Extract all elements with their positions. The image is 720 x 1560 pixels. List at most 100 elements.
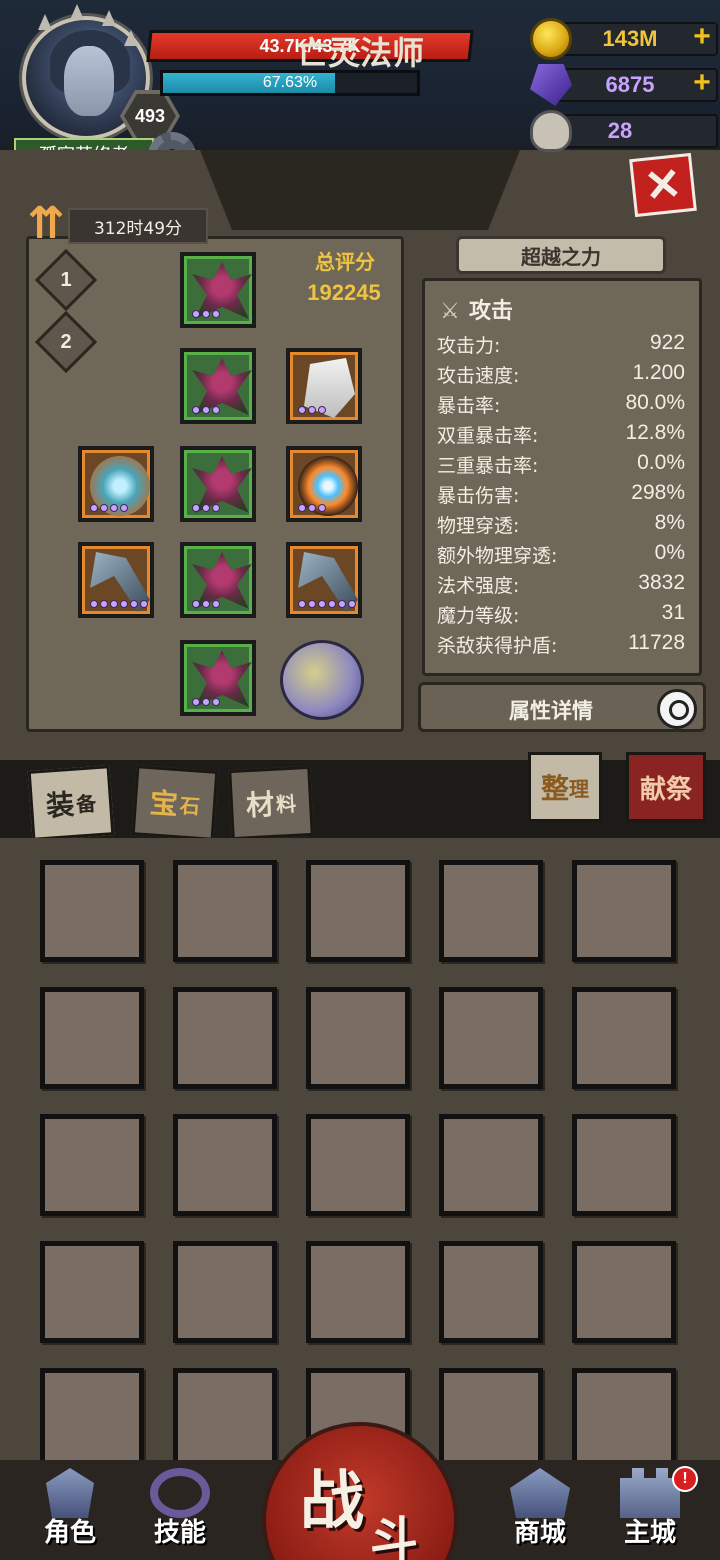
tab-equipment[interactable]: 装备 [27,765,115,841]
equip-slot-chest[interactable] [180,348,256,424]
transcend-power-button[interactable]: 超越之力 [456,236,666,274]
sort-button[interactable]: 整理 [528,752,602,822]
inventory-slot[interactable] [40,1241,144,1343]
attribute-details-button[interactable]: 属性详情 [418,682,706,732]
panel-header [200,150,520,230]
inventory-slot[interactable] [572,1368,676,1470]
inventory-slot[interactable] [173,860,277,962]
inventory-slot[interactable] [572,987,676,1089]
stat-row: 杀敌获得护盾: 11728 [437,631,685,657]
spike-decoration [38,14,52,30]
equip-slot-armor[interactable] [180,446,256,522]
gold-coin-icon [530,18,572,60]
soul-value: 28 [607,118,633,143]
inventory-slot[interactable] [173,1368,277,1470]
equip-slot-orb[interactable] [286,446,362,522]
stat-row: 三重暴击率: 0.0% [437,451,685,477]
gold-value: 143M [602,26,658,51]
inventory-slot[interactable] [439,1241,543,1343]
stat-row: 暴击率: 80.0% [437,391,685,417]
nav-character-label: 角色 [43,1518,96,1548]
nav-shop-label: 商城 [513,1518,566,1548]
battle-label-1: 战 [300,1465,364,1539]
shop-tent-icon [510,1468,570,1518]
stat-row: 暴击伤害: 298% [437,481,685,507]
nav-shop[interactable]: 商城 [496,1468,584,1556]
inventory-slot[interactable] [306,1241,410,1343]
inventory-slot[interactable] [439,987,543,1089]
nav-main-city-label: 主城 [623,1518,676,1548]
stat-row: 攻击力: 922 [437,331,685,357]
soul-resource: 28 [530,110,718,152]
inventory-slot[interactable] [306,860,410,962]
inventory-slot[interactable] [173,987,277,1089]
gold-coin-relic-icon [280,640,364,720]
inventory-slot[interactable] [572,1114,676,1216]
class-title: 亡灵法师 [295,34,424,72]
nav-character[interactable]: 角色 [26,1468,114,1556]
close-icon: ✕ [642,158,684,212]
inventory-slot[interactable] [40,1114,144,1216]
nav-skills-label: 技能 [153,1518,206,1548]
xp-text: 67.63% [262,74,318,91]
crossed-swords-icon: ⚔ [440,299,460,324]
inventory-slot[interactable] [439,860,543,962]
inventory-slot[interactable] [572,1241,676,1343]
inventory-slot[interactable] [173,1241,277,1343]
add-gems-button[interactable]: + [688,68,716,98]
magnifier-icon [657,689,697,729]
details-label: 属性详情 [509,699,593,723]
equip-slot-weapon-right[interactable] [286,542,362,618]
equip-slot-relic[interactable] [280,640,368,724]
transcend-timer[interactable]: ⇈ 312时49分 [8,196,208,254]
stat-row: 物理穿透: 8% [437,511,685,537]
inventory-slot[interactable] [306,1114,410,1216]
tab-gems[interactable]: 宝石 [131,765,219,841]
equip-slot-gloves[interactable] [286,348,362,424]
stat-row: 魔力等级: 31 [437,601,685,627]
add-gold-button[interactable]: + [688,22,716,52]
spike-decoration [102,10,116,26]
equip-slot-helmet[interactable] [180,252,256,328]
equip-slot-legs[interactable] [180,542,256,618]
preset-label-1: 1 [60,268,72,291]
score-value: 192245 [307,280,381,305]
inventory-slot[interactable] [40,1368,144,1470]
sacrifice-button[interactable]: 献祭 [626,752,706,822]
inventory-slot[interactable] [40,860,144,962]
stat-row: 双重暴击率: 12.8% [437,421,685,447]
inventory-slot[interactable] [40,987,144,1089]
spike-decoration [70,4,84,20]
equip-slot-amulet[interactable] [78,446,154,522]
spike-decoration [124,30,138,46]
equip-slot-boots[interactable] [180,640,256,716]
stats-box[interactable]: ⚔ 攻击 攻击力: 922 攻击速度: 1.200 暴击率: 80.0% 双重暴击率: 1… [422,278,702,676]
close-button[interactable]: ✕ [629,152,697,218]
castle-icon [620,1468,680,1518]
inventory-slot[interactable] [306,987,410,1089]
stat-row: 额外物理穿透: 0% [437,541,685,567]
inventory-slot[interactable] [173,1114,277,1216]
gem-resource: 6875 + [530,64,718,106]
score-label: 总评分 [315,250,375,274]
gold-resource: 143M + [530,18,718,60]
battle-label-2: 斗 [370,1512,419,1560]
timer-text: 312时49分 [68,208,208,244]
inventory-slot[interactable] [439,1368,543,1470]
equip-slot-weapon-left[interactable] [78,542,154,618]
inventory-slot[interactable] [572,860,676,962]
stats-header-label: 攻击 [469,299,514,324]
gem-value: 6875 [605,72,655,97]
stat-row: 法术强度: 3832 [437,571,685,597]
helmet-icon [46,1468,94,1518]
upgrade-arrows-icon: ⇈ [27,198,65,249]
level-value: 493 [134,105,166,126]
swirl-icon [150,1468,210,1518]
alert-badge: ! [672,1466,698,1492]
preset-label-2: 2 [60,330,72,353]
nav-skills[interactable]: 技能 [136,1468,224,1556]
tab-materials[interactable]: 材料 [228,765,314,841]
inventory-slot[interactable] [439,1114,543,1216]
inventory-grid [0,838,720,1470]
ram-skull-icon [530,110,572,152]
